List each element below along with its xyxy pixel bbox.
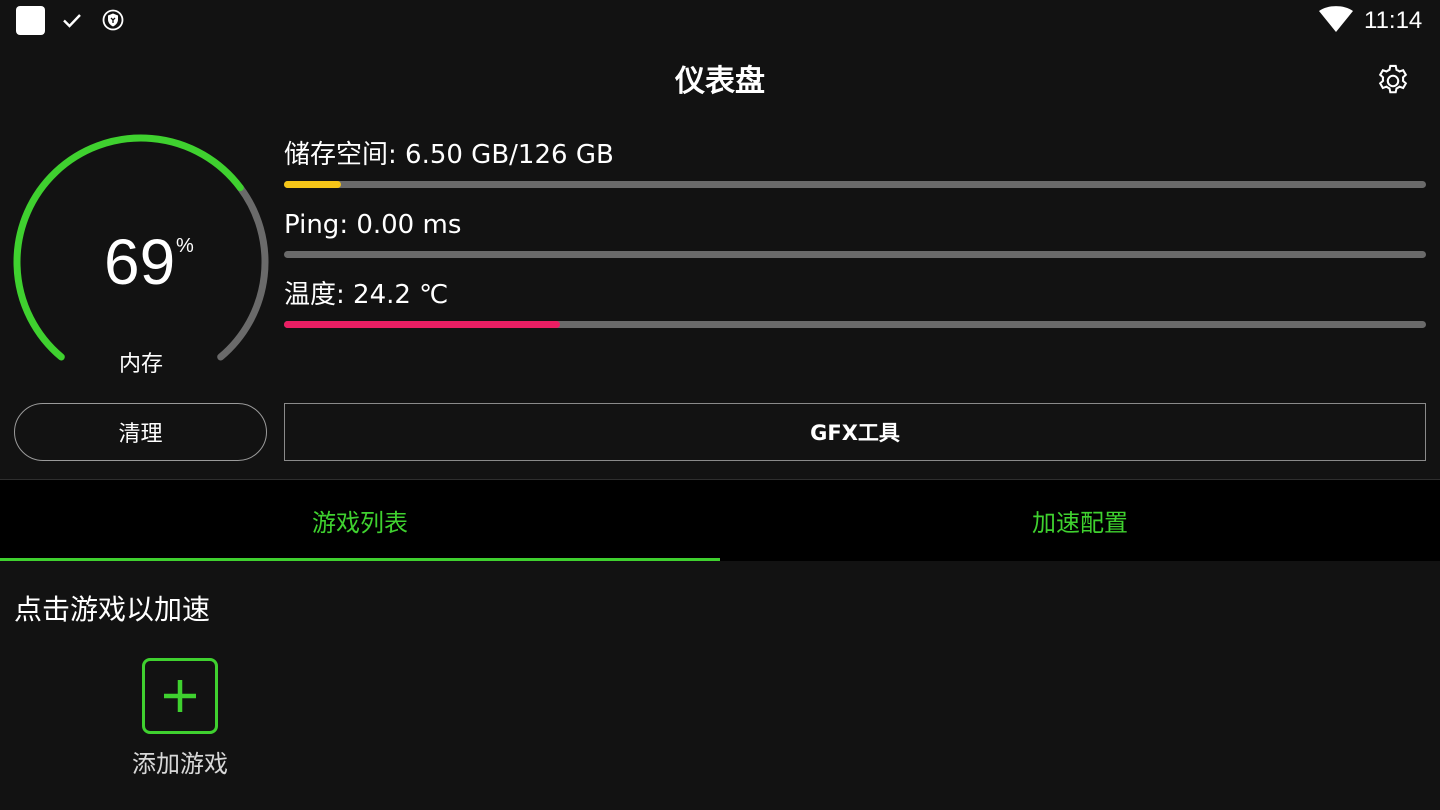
tab-game-list[interactable]: 游戏列表 — [0, 480, 720, 561]
temperature-bar-fill — [284, 321, 561, 328]
storage-stat: 储存空间: 6.50 GB/126 GB — [284, 138, 1426, 188]
memory-percent-unit: % — [176, 235, 194, 257]
gfx-tool-button[interactable]: GFX工具 — [284, 403, 1426, 461]
ping-bar — [284, 251, 1426, 258]
clean-button[interactable]: 清理 — [14, 403, 267, 461]
ping-stat: Ping: 0.00 ms — [284, 208, 1426, 258]
temperature-label: 温度: 24.2 ℃ — [284, 280, 449, 310]
storage-label: 储存空间: 6.50 GB/126 GB — [284, 140, 614, 170]
add-game-box[interactable] — [142, 658, 218, 734]
tab-boost-config-label: 加速配置 — [1032, 509, 1128, 537]
status-bar: 11:14 — [0, 0, 1440, 42]
shield-icon — [102, 9, 124, 31]
add-game-button[interactable]: 添加游戏 — [120, 656, 240, 786]
temperature-stat: 温度: 24.2 ℃ — [284, 278, 1426, 328]
tab-bar: 游戏列表 加速配置 — [0, 480, 1440, 561]
tab-game-list-label: 游戏列表 — [312, 509, 408, 537]
page-title: 仪表盘 — [675, 64, 765, 99]
check-icon — [63, 14, 81, 28]
ping-label: Ping: 0.00 ms — [284, 210, 462, 240]
memory-label: 内存 — [118, 352, 163, 377]
app-square-icon — [16, 6, 45, 35]
gear-icon[interactable] — [1374, 62, 1412, 100]
add-game-label: 添加游戏 — [132, 750, 228, 778]
wifi-icon — [1319, 6, 1353, 32]
section-title: 点击游戏以加速 — [14, 593, 211, 626]
storage-bar-fill — [284, 181, 342, 188]
clock: 11:14 — [1364, 7, 1423, 34]
tab-boost-config[interactable]: 加速配置 — [720, 480, 1440, 561]
active-tab-indicator — [0, 558, 720, 561]
storage-bar — [284, 181, 1426, 188]
memory-percent-value: 69 — [104, 226, 176, 298]
temperature-bar — [284, 321, 1426, 328]
gauge-track — [217, 184, 269, 361]
plus-icon — [164, 680, 196, 712]
